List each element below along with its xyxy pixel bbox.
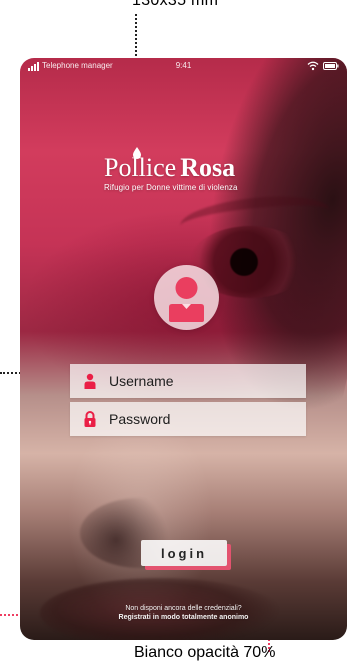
username-field[interactable]: Username [70,364,306,398]
register-link[interactable]: Registrati in modo totalmente anonimo [20,613,347,622]
password-label: Password [109,411,171,427]
username-label: Username [109,373,174,389]
design-canvas: 130x35 mm Bianco opacità 70% Telephone m… [0,0,351,663]
password-field[interactable]: Password [70,402,306,436]
drop-icon [133,147,141,159]
logo-word-rosa: Rosa [180,153,236,182]
app-logo: Pollice Rosa Rifugio per Donne vittime di… [104,147,274,192]
avatar [154,265,219,330]
status-time: 9:41 [175,61,192,70]
annotation-bottom-spec: Bianco opacità 70% [134,644,276,661]
register-footer: Non disponi ancora delle credenziali? Re… [20,604,347,622]
logo-subtitle: Rifugio per Donne vittime di violenza [104,183,238,192]
user-icon [169,277,204,322]
battery-icon [323,62,339,70]
register-prompt: Non disponi ancora delle credenziali? [125,605,242,612]
phone-screen: Telephone manager 9:41 PolliceRosa Rifu [20,58,347,640]
wifi-icon [307,61,319,71]
annotation-top-spec: 130x35 mm [132,0,219,9]
logo-title: Pollice Rosa [104,147,274,182]
login-button[interactable]: login [141,540,227,566]
status-bar: Telephone manager 9:41 [20,58,347,76]
lock-icon [84,411,96,427]
user-icon [84,373,96,389]
